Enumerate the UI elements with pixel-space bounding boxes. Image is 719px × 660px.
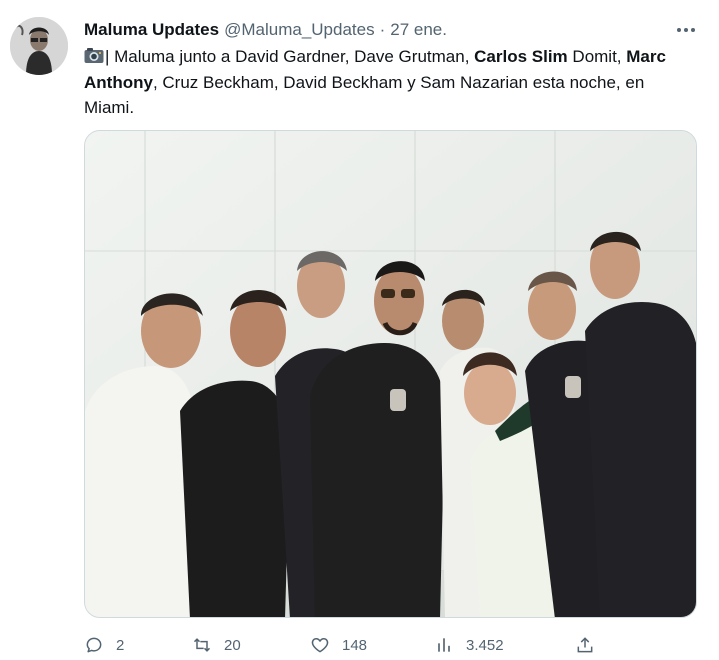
heart-icon: [311, 638, 329, 653]
share-button[interactable]: [575, 632, 595, 658]
retweet-icon: [193, 638, 211, 652]
tweet-photo[interactable]: [84, 130, 697, 618]
views-count: 3.452: [466, 636, 504, 654]
reply-count: 2: [116, 636, 125, 654]
tweet-text-part: , Cruz Beckham, David Beckham y Sam Naza…: [84, 72, 645, 118]
tweet-text-part: Domit,: [567, 47, 627, 66]
author-name[interactable]: Maluma Updates: [84, 20, 219, 40]
views-button[interactable]: 3.452: [434, 632, 504, 658]
retweet-count: 20: [224, 636, 241, 654]
tweet-text-bold: Carlos Slim: [474, 47, 568, 66]
tweet[interactable]: Maluma Updates @Maluma_Updates · 27 ene.…: [0, 0, 719, 660]
author-handle[interactable]: @Maluma_Updates: [224, 20, 375, 40]
share-icon: [577, 637, 593, 653]
tweet-actions: 2 20 148 3.452: [84, 632, 604, 658]
separator: ·: [379, 20, 386, 39]
reply-icon: [86, 637, 102, 653]
timestamp[interactable]: 27 ene.: [390, 20, 447, 40]
tweet-text-part: | Maluma junto a David Gardner, Dave Gru…: [105, 47, 475, 66]
views-icon: [438, 638, 450, 652]
like-button[interactable]: 148: [310, 632, 367, 658]
like-count: 148: [342, 636, 368, 654]
avatar[interactable]: [10, 17, 68, 75]
camera-emoji-icon: [84, 46, 104, 63]
more-icon[interactable]: [675, 20, 697, 40]
reply-button[interactable]: 2: [84, 632, 124, 658]
tweet-header: Maluma Updates @Maluma_Updates · 27 ene.: [84, 20, 447, 42]
tweet-text: | Maluma junto a David Gardner, Dave Gru…: [84, 44, 694, 121]
retweet-button[interactable]: 20: [192, 632, 241, 658]
